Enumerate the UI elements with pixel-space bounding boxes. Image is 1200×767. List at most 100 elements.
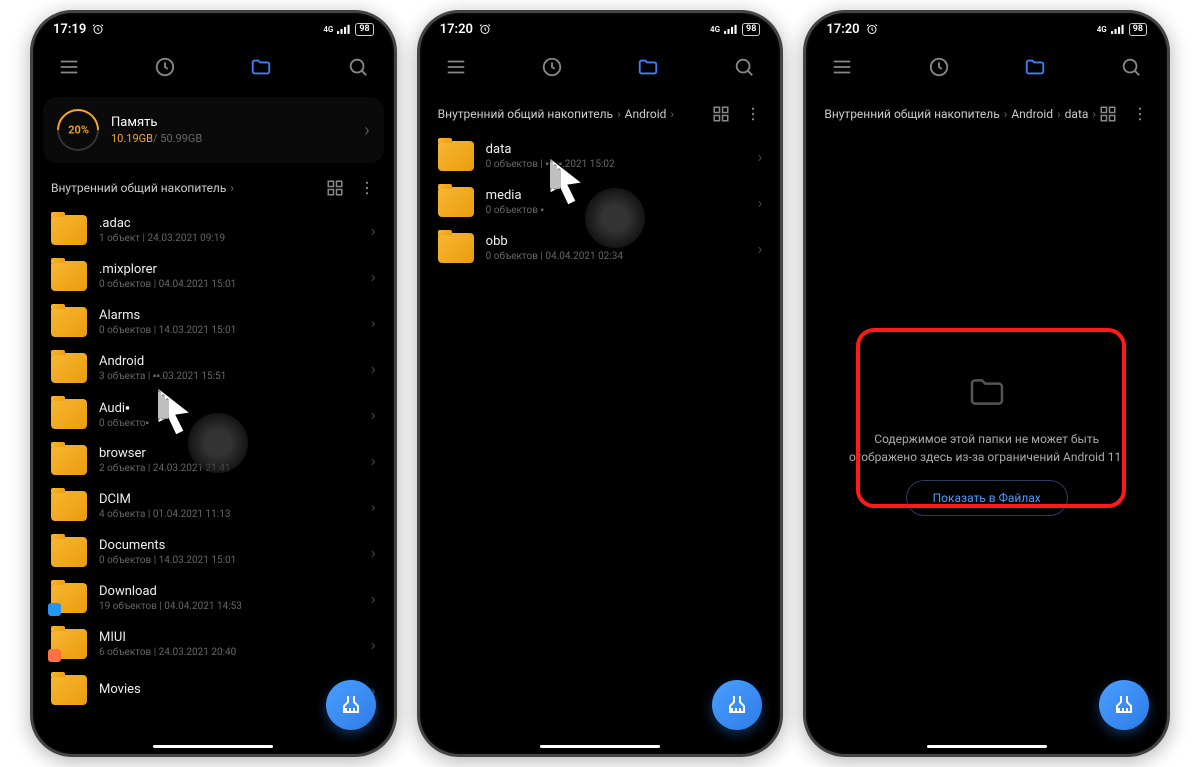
- storage-ring-icon: 20%: [48, 100, 107, 159]
- top-nav: [420, 45, 781, 89]
- file-name: MIUI: [99, 630, 359, 645]
- folder-tab-icon[interactable]: [1015, 47, 1055, 87]
- folder-icon: [51, 445, 87, 475]
- top-nav: [33, 45, 394, 89]
- clean-fab[interactable]: [326, 680, 376, 730]
- folder-icon: [51, 215, 87, 245]
- file-list[interactable]: .adac 1 объект | 24.03.2021 09:19 › .mix…: [33, 207, 394, 754]
- alarm-icon: [92, 23, 104, 35]
- file-row[interactable]: .adac 1 объект | 24.03.2021 09:19 ›: [43, 207, 384, 253]
- search-icon[interactable]: [724, 47, 764, 87]
- folder-icon: [51, 261, 87, 291]
- empty-text: Содержимое этой папки не может быть отоб…: [846, 430, 1127, 466]
- status-right: 4G 98: [710, 23, 760, 36]
- battery-icon: 98: [355, 23, 373, 36]
- show-in-files-button[interactable]: Показать в Файлах: [906, 480, 1068, 516]
- file-meta: 0 объектов | ▪▪.▪▪.2021 15:02: [486, 159, 746, 170]
- file-row[interactable]: Documents 0 объектов | 14.03.2021 15:01 …: [43, 529, 384, 575]
- file-row[interactable]: Android 3 объекта | ▪▪.03.2021 15:51 ›: [43, 345, 384, 391]
- breadcrumb[interactable]: Внутренний общий накопитель›: [51, 181, 326, 195]
- file-name: Audi▪: [99, 400, 359, 416]
- status-bar: 17:20 4G 98: [420, 13, 781, 45]
- empty-state: Содержимое этой папки не может быть отоб…: [806, 133, 1167, 754]
- file-meta: 0 объектов | 14.03.2021 15:01: [99, 555, 359, 566]
- file-name: Android: [99, 354, 359, 369]
- battery-icon: 98: [1129, 23, 1147, 36]
- grid-view-icon[interactable]: [326, 179, 344, 197]
- file-row[interactable]: Download 19 объектов | 04.04.2021 14:53 …: [43, 575, 384, 621]
- empty-folder-icon: [967, 372, 1007, 416]
- file-row[interactable]: Alarms 0 объектов | 14.03.2021 15:01 ›: [43, 299, 384, 345]
- alarm-icon: [479, 23, 491, 35]
- chevron-right-icon: ›: [371, 221, 376, 240]
- file-row[interactable]: .mixplorer 0 объектов | 04.04.2021 15:01…: [43, 253, 384, 299]
- folder-icon: [438, 141, 474, 171]
- recent-icon[interactable]: [919, 47, 959, 87]
- file-name: DCIM: [99, 492, 359, 507]
- top-nav: [806, 45, 1167, 89]
- signal-icon: [1111, 24, 1125, 34]
- chevron-right-icon: ›: [371, 543, 376, 562]
- folder-icon: [51, 491, 87, 521]
- home-indicator[interactable]: [540, 745, 660, 748]
- folder-icon: [51, 629, 87, 659]
- home-indicator[interactable]: [927, 745, 1047, 748]
- chevron-right-icon: ›: [371, 635, 376, 654]
- folder-icon: [438, 187, 474, 217]
- grid-view-icon[interactable]: [1099, 105, 1117, 123]
- signal-icon: [724, 24, 738, 34]
- recent-icon[interactable]: [532, 47, 572, 87]
- status-bar: 17:19 4G 98: [33, 13, 394, 45]
- alarm-icon: [866, 23, 878, 35]
- more-icon[interactable]: [1131, 105, 1149, 123]
- file-row[interactable]: MIUI 6 объектов | 24.03.2021 20:40 ›: [43, 621, 384, 667]
- more-icon[interactable]: [744, 105, 762, 123]
- file-name: Alarms: [99, 308, 359, 323]
- file-meta: 3 объекта | ▪▪.03.2021 15:51: [99, 371, 359, 382]
- chevron-right-icon: ›: [371, 589, 376, 608]
- phone-screen-2: 17:20 4G 98 Внутренний общий накопитель›…: [417, 10, 784, 757]
- file-row[interactable]: DCIM 4 объекта | 01.04.2021 11:13 ›: [43, 483, 384, 529]
- search-icon[interactable]: [1111, 47, 1151, 87]
- file-name: Movies: [99, 682, 359, 697]
- breadcrumb[interactable]: Внутренний общий накопитель› Android› da…: [824, 107, 1099, 121]
- folder-tab-icon[interactable]: [628, 47, 668, 87]
- file-meta: 19 объектов | 04.04.2021 14:53: [99, 601, 359, 612]
- folder-icon: [51, 307, 87, 337]
- file-name: .mixplorer: [99, 262, 359, 277]
- folder-icon: [438, 233, 474, 263]
- storage-usage: 10.19GB/ 50.99GB: [111, 132, 352, 145]
- file-meta: 4 объекта | 01.04.2021 11:13: [99, 509, 359, 520]
- menu-icon[interactable]: [49, 47, 89, 87]
- chevron-right-icon: ›: [364, 120, 369, 141]
- status-time: 17:20: [440, 22, 473, 37]
- phone-screen-1: 17:19 4G 98 20% Память 10.19GB/ 50.99GB …: [30, 10, 397, 757]
- clean-fab[interactable]: [712, 680, 762, 730]
- grid-view-icon[interactable]: [712, 105, 730, 123]
- folder-tab-icon[interactable]: [241, 47, 281, 87]
- section-header: Внутренний общий накопитель›: [33, 163, 394, 207]
- file-name: Documents: [99, 538, 359, 553]
- file-meta: 0 объектов | 04.04.2021 02:34: [486, 251, 746, 262]
- chevron-right-icon: ›: [371, 497, 376, 516]
- home-indicator[interactable]: [153, 745, 273, 748]
- folder-icon: [51, 399, 87, 429]
- file-row[interactable]: data 0 объектов | ▪▪.▪▪.2021 15:02 ›: [430, 133, 771, 179]
- section-header: Внутренний общий накопитель› Android›: [420, 89, 781, 133]
- recent-icon[interactable]: [145, 47, 185, 87]
- file-name: .adac: [99, 216, 359, 231]
- storage-card[interactable]: 20% Память 10.19GB/ 50.99GB ›: [43, 97, 384, 163]
- section-header: Внутренний общий накопитель› Android› da…: [806, 89, 1167, 133]
- clean-fab[interactable]: [1099, 680, 1149, 730]
- chevron-right-icon: ›: [371, 405, 376, 424]
- battery-icon: 98: [742, 23, 760, 36]
- menu-icon[interactable]: [436, 47, 476, 87]
- search-icon[interactable]: [338, 47, 378, 87]
- chevron-right-icon: ›: [758, 239, 763, 258]
- folder-icon: [51, 675, 87, 705]
- file-meta: 6 объектов | 24.03.2021 20:40: [99, 647, 359, 658]
- more-icon[interactable]: [358, 179, 376, 197]
- signal-icon: [337, 24, 351, 34]
- breadcrumb[interactable]: Внутренний общий накопитель› Android›: [438, 107, 713, 121]
- menu-icon[interactable]: [822, 47, 862, 87]
